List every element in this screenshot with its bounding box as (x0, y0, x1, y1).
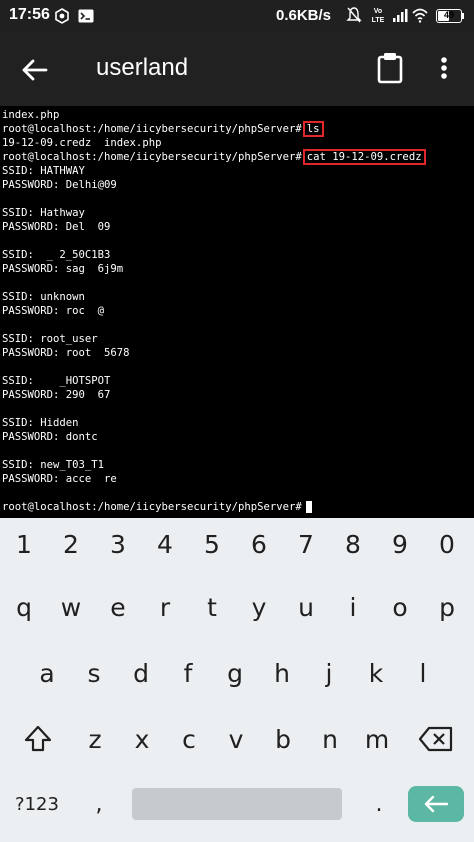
highlighted-command: cat 19-12-09.credz (302, 149, 426, 165)
terminal-line: PASSWORD: 290 67 (2, 389, 111, 401)
terminal-line: SSID: unknown (2, 291, 85, 303)
battery-level: 49 (443, 10, 454, 20)
row_numbers-key-1[interactable]: 1 (3, 519, 45, 569)
terminal-line: SSID: HATHWAY (2, 165, 85, 177)
terminal-line: SSID: new_T03_T1 (2, 459, 105, 471)
terminal-line: PASSWORD: dontc (2, 431, 98, 443)
comma-key[interactable]: , (84, 776, 114, 832)
mute-icon (346, 7, 362, 23)
backspace-icon (418, 726, 453, 752)
hexagon-app-icon (55, 8, 69, 24)
shell-prompt: root@localhost:/home/iicybersecurity/php… (2, 151, 302, 163)
row_top-key-q[interactable]: q (3, 582, 45, 632)
row_top-key-o[interactable]: o (379, 582, 421, 632)
text-cursor (305, 501, 312, 513)
row_top-key-u[interactable]: u (285, 582, 327, 632)
terminal-line: SSID: Hidden (2, 417, 79, 429)
terminal-line: SSID: root_user (2, 333, 98, 345)
status-bar: 17:56 0.6KB/s Vo LTE 49 (0, 0, 474, 32)
row_numbers-key-9[interactable]: 9 (379, 519, 421, 569)
terminal-line: SSID: _ 2_50C1B3 (2, 249, 111, 261)
arrow-back-icon[interactable] (18, 52, 54, 88)
row_numbers-key-2[interactable]: 2 (50, 519, 92, 569)
shift-icon (24, 725, 52, 752)
svg-text:LTE: LTE (372, 17, 385, 24)
row_middle-key-l[interactable]: l (402, 648, 444, 698)
row_numbers-key-4[interactable]: 4 (144, 519, 186, 569)
clipboard-icon[interactable] (372, 50, 408, 86)
terminal-line: index.php (2, 109, 60, 121)
network-speed: 0.6KB/s (276, 7, 332, 24)
terminal-line: SSID: Hathway (2, 207, 85, 219)
enter-icon (424, 795, 449, 813)
row_middle-key-f[interactable]: f (167, 648, 209, 698)
space-key[interactable] (132, 788, 342, 820)
terminal-line: root@localhost:/home/iicybersecurity/php… (2, 121, 324, 137)
row_middle-key-s[interactable]: s (73, 648, 115, 698)
app-bar: userland (0, 32, 474, 106)
status-time: 17:56 (9, 6, 50, 23)
period-key[interactable]: . (364, 776, 394, 832)
row_numbers-key-8[interactable]: 8 (332, 519, 374, 569)
row_numbers-key-7[interactable]: 7 (285, 519, 327, 569)
svg-text:Vo: Vo (374, 8, 382, 15)
highlighted-command: ls (302, 121, 324, 137)
terminal-line: 19-12-09.credz index.php (2, 137, 162, 149)
row_bottom-key-c[interactable]: c (168, 714, 210, 764)
row_bottom-key-v[interactable]: v (215, 714, 257, 764)
shell-prompt: root@localhost:/home/iicybersecurity/php… (2, 123, 302, 135)
terminal-line: SSID: _HOTSPOT (2, 375, 111, 387)
wifi-icon (412, 8, 428, 23)
row_top-key-w[interactable]: w (50, 582, 92, 632)
row_bottom-key-x[interactable]: x (121, 714, 163, 764)
app-title: userland (96, 54, 189, 81)
row_middle-key-d[interactable]: d (120, 648, 162, 698)
row_middle-key-g[interactable]: g (214, 648, 256, 698)
terminal-line: root@localhost:/home/iicybersecurity/php… (2, 500, 312, 514)
row_top-key-p[interactable]: p (426, 582, 468, 632)
row_middle-key-h[interactable]: h (261, 648, 303, 698)
row_top-key-i[interactable]: i (332, 582, 374, 632)
row_top-key-r[interactable]: r (144, 582, 186, 632)
row_top-key-e[interactable]: e (97, 582, 139, 632)
terminal-line: PASSWORD: root 5678 (2, 347, 130, 359)
terminal-line: PASSWORD: roc @ (2, 305, 105, 317)
terminal-line: PASSWORD: Delhi@09 (2, 179, 117, 191)
terminal-line: PASSWORD: acce re (2, 473, 117, 485)
row_bottom-key-b[interactable]: b (262, 714, 304, 764)
row_top-key-y[interactable]: y (238, 582, 280, 632)
row_middle-key-a[interactable]: a (26, 648, 68, 698)
volte-icon: Vo LTE (372, 8, 385, 24)
shell-prompt: root@localhost:/home/iicybersecurity/php… (2, 501, 302, 513)
terminal-line: root@localhost:/home/iicybersecurity/php… (2, 149, 426, 165)
row_middle-key-k[interactable]: k (355, 648, 397, 698)
row_numbers-key-3[interactable]: 3 (97, 519, 139, 569)
terminal-output[interactable]: index.php root@localhost:/home/iicybersec… (0, 106, 474, 518)
battery-tip (462, 13, 464, 19)
more-vert-icon[interactable] (432, 50, 456, 86)
row_numbers-key-0[interactable]: 0 (426, 519, 468, 569)
backspace-key[interactable] (414, 714, 458, 764)
enter-key[interactable] (408, 786, 464, 822)
row_middle-key-j[interactable]: j (308, 648, 350, 698)
symbols-key[interactable]: ?123 (6, 776, 68, 832)
terminal-app-icon (78, 9, 94, 23)
row_top-key-t[interactable]: t (191, 582, 233, 632)
shift-key[interactable] (18, 714, 58, 764)
signal-icon (393, 9, 408, 22)
row_numbers-key-6[interactable]: 6 (238, 519, 280, 569)
row_bottom-key-z[interactable]: z (74, 714, 116, 764)
row_numbers-key-5[interactable]: 5 (191, 519, 233, 569)
terminal-line: PASSWORD: sag 6j9m (2, 263, 124, 275)
row_bottom-key-n[interactable]: n (309, 714, 351, 764)
row_bottom-key-m[interactable]: m (356, 714, 398, 764)
terminal-line: PASSWORD: Del 09 (2, 221, 111, 233)
battery-icon: 49 (436, 9, 462, 23)
